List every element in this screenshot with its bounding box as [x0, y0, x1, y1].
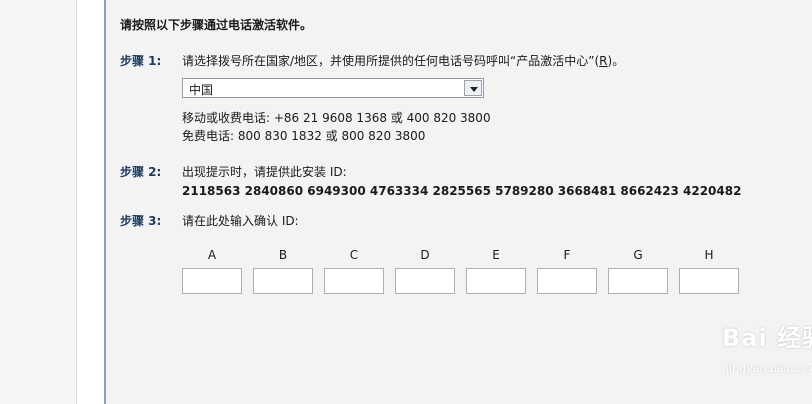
step-1-text: 请选择拨号所在国家/地区，并使用所提供的任何电话号码呼叫“产品激活中心”(R)。: [182, 52, 624, 69]
confirmation-id-field-f[interactable]: [537, 268, 597, 294]
tollfree-phone-numbers: 免费电话: 800 830 1832 或 800 820 3800: [182, 129, 426, 143]
column-label-h: H: [704, 248, 714, 262]
column-label-f: F: [563, 248, 571, 262]
activation-content: 请按照以下步骤通过电话激活软件。 步骤 1: 请选择拨号所在国家/地区，并使用所…: [106, 0, 812, 404]
step-1-label: 步骤 1:: [120, 54, 162, 68]
confirmation-id-field-d[interactable]: [395, 268, 455, 294]
confirmation-id-field-h[interactable]: [679, 268, 739, 294]
step-1-text-before: 请选择拨号所在国家/地区，并使用所提供的任何电话号码呼叫“产品激活中心”(: [182, 54, 600, 68]
installation-id: 2118563 2840860 6949300 4763334 2825565 …: [182, 184, 742, 198]
chevron-down-icon[interactable]: [464, 80, 482, 96]
left-pane: [0, 0, 77, 404]
column-label-g: G: [633, 248, 643, 262]
column-label-b: B: [278, 248, 288, 262]
step-1-mnemonic: R: [599, 54, 608, 68]
step-2-label: 步骤 2:: [120, 165, 162, 179]
confirmation-id-field-c[interactable]: [324, 268, 384, 294]
step-3-label: 步骤 3:: [120, 214, 162, 228]
step-2-text: 出现提示时，请提供此安装 ID:: [182, 165, 347, 179]
column-label-d: D: [420, 248, 430, 262]
page-headline: 请按照以下步骤通过电话激活软件。: [120, 18, 313, 32]
step-3-text: 请在此处输入确认 ID:: [182, 214, 299, 228]
column-label-e: E: [492, 248, 500, 262]
confirmation-id-field-g[interactable]: [608, 268, 668, 294]
baidu-watermark: Bai 经验: [722, 324, 812, 352]
column-label-c: C: [349, 248, 359, 262]
country-select[interactable]: 中国: [182, 78, 484, 98]
step-1-text-after: )。: [607, 54, 625, 68]
baidu-watermark-url: jingyan.baidu.com: [726, 362, 812, 375]
mobile-phone-numbers: 移动或收费电话: +86 21 9608 1368 或 400 820 3800: [182, 111, 491, 125]
column-label-a: A: [207, 248, 217, 262]
country-select-value: 中国: [189, 83, 214, 97]
confirmation-id-field-b[interactable]: [253, 268, 313, 294]
confirmation-id-field-e[interactable]: [466, 268, 526, 294]
confirmation-id-field-a[interactable]: [182, 268, 242, 294]
